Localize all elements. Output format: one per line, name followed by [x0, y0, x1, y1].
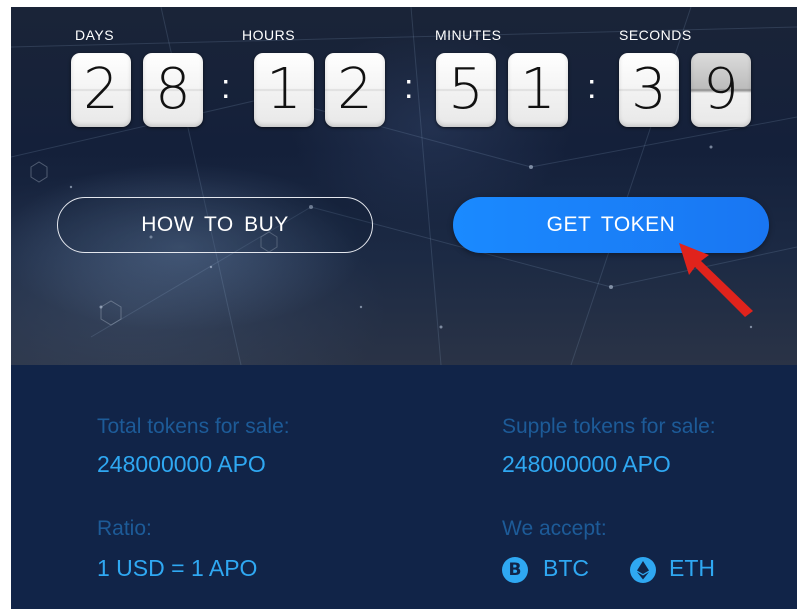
separator-2: :	[404, 68, 414, 106]
days-digit-1: 2	[71, 53, 131, 127]
minutes-digit-2: 1	[508, 53, 568, 127]
sale-info-panel: Total tokens for sale: 248000000 APO Sup…	[11, 365, 797, 609]
bitcoin-icon: B	[502, 557, 528, 583]
ratio-label: Ratio:	[97, 517, 152, 540]
supple-tokens-label: Supple tokens for sale:	[502, 415, 716, 438]
seconds-label: SECONDS	[619, 27, 692, 43]
hours-digit-1: 1	[254, 53, 314, 127]
supple-tokens-value: 248000000 APO	[502, 451, 671, 477]
total-tokens-label: Total tokens for sale:	[97, 415, 290, 438]
days-label: DAYS	[75, 27, 115, 43]
hero-section: DAYS HOURS MINUTES SECONDS 2 8 : 1 2 : 5…	[11, 7, 797, 365]
total-tokens-value: 248000000 APO	[97, 451, 266, 477]
how-to-buy-button[interactable]: HOW TO BUY	[57, 197, 373, 253]
days-digit-2: 8	[143, 53, 203, 127]
separator-3: :	[587, 68, 597, 106]
btc-label: BTC	[543, 555, 589, 581]
seconds-digit-2: 9	[691, 53, 751, 127]
ratio-value: 1 USD = 1 APO	[97, 555, 258, 581]
minutes-digit-1: 5	[436, 53, 496, 127]
pointer-arrow-icon	[679, 243, 753, 317]
minutes-label: MINUTES	[435, 27, 502, 43]
hours-label: HOURS	[242, 27, 296, 43]
token-sale-widget: DAYS HOURS MINUTES SECONDS 2 8 : 1 2 : 5…	[11, 7, 797, 609]
eth-label: ETH	[669, 555, 715, 581]
seconds-digit-1: 3	[619, 53, 679, 127]
hours-digit-2: 2	[325, 53, 385, 127]
accept-label: We accept:	[502, 517, 607, 540]
ethereum-icon	[630, 557, 656, 583]
separator-1: :	[221, 68, 231, 106]
